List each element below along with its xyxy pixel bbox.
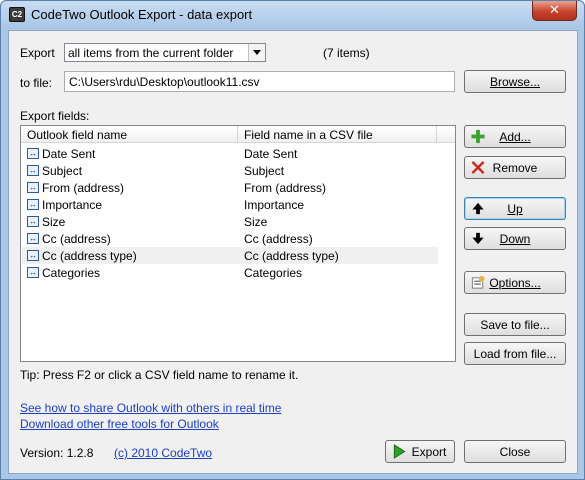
- field-mapping-icon: ↔: [27, 233, 39, 244]
- export-scope-value: all items from the current folder: [68, 46, 234, 60]
- field-mapping-icon: ↔: [27, 182, 39, 193]
- field-mapping-icon: ↔: [27, 250, 39, 261]
- list-item[interactable]: ↔ Cc (address) Cc (address): [22, 230, 438, 247]
- outlook-field-name: Subject: [42, 164, 83, 178]
- tip-text: Tip: Press F2 or click a CSV field name …: [20, 368, 299, 382]
- title-bar[interactable]: C2 CodeTwo Outlook Export - data export …: [1, 1, 584, 29]
- column-header-csv-field[interactable]: Field name in a CSV file: [238, 126, 437, 143]
- list-item[interactable]: ↔ Cc (address type) Cc (address type): [22, 247, 438, 264]
- csv-field-name[interactable]: Cc (address type): [244, 249, 339, 263]
- remove-field-label: Remove: [492, 160, 538, 175]
- list-item[interactable]: ↔ From (address) From (address): [22, 179, 438, 196]
- close-button[interactable]: Close: [464, 440, 566, 463]
- share-outlook-link[interactable]: See how to share Outlook with others in …: [20, 401, 281, 415]
- item-count: (7 items): [323, 46, 370, 60]
- move-up-label: Up: [507, 201, 523, 216]
- outlook-field-name: Categories: [42, 266, 101, 280]
- outlook-field-name: Importance: [42, 198, 103, 212]
- field-mapping-icon: ↔: [27, 267, 39, 278]
- export-fields-list[interactable]: Outlook field name Field name in a CSV f…: [20, 125, 456, 362]
- options-button[interactable]: Options...: [464, 271, 566, 294]
- options-icon: [471, 275, 485, 289]
- csv-field-name[interactable]: Cc (address): [244, 232, 313, 246]
- arrow-up-icon: [472, 202, 484, 215]
- list-item[interactable]: ↔ Categories Categories: [22, 264, 438, 281]
- csv-field-name[interactable]: Categories: [244, 266, 302, 280]
- field-mapping-icon: ↔: [27, 199, 39, 210]
- list-item[interactable]: ↔ Subject Subject: [22, 162, 438, 179]
- dialog-client-area: Export all items from the current folder…: [8, 30, 578, 474]
- list-header: Outlook field name Field name in a CSV f…: [21, 126, 455, 143]
- app-window: C2 CodeTwo Outlook Export - data export …: [0, 0, 585, 480]
- csv-field-name[interactable]: Subject: [244, 164, 284, 178]
- export-fields-label: Export fields:: [20, 109, 90, 123]
- copyright-link[interactable]: (c) 2010 CodeTwo: [114, 446, 212, 460]
- csv-field-name[interactable]: Size: [244, 215, 267, 229]
- file-path-field[interactable]: [64, 71, 455, 92]
- field-mapping-icon: ↔: [27, 165, 39, 176]
- move-down-button[interactable]: Down: [464, 227, 566, 250]
- chevron-down-icon[interactable]: [248, 44, 265, 61]
- outlook-field-name: Date Sent: [42, 147, 96, 161]
- move-up-button[interactable]: Up: [464, 197, 566, 220]
- window-title: CodeTwo Outlook Export - data export: [31, 7, 253, 22]
- play-arrow-icon: [393, 444, 406, 459]
- remove-field-button[interactable]: Remove: [464, 156, 566, 179]
- browse-button[interactable]: Browse...: [464, 70, 566, 93]
- window-close-button[interactable]: ✕: [532, 1, 577, 21]
- outlook-field-name: Size: [42, 215, 66, 229]
- plus-icon: [471, 129, 485, 144]
- outlook-field-name: Cc (address): [42, 232, 111, 246]
- load-from-file-label: Load from file...: [473, 346, 557, 361]
- move-down-label: Down: [499, 231, 531, 246]
- csv-field-name[interactable]: Importance: [244, 198, 304, 212]
- load-from-file-button[interactable]: Load from file...: [464, 342, 566, 365]
- remove-x-icon: [471, 161, 485, 174]
- export-button[interactable]: Export: [385, 440, 455, 463]
- add-field-label: Add...: [499, 129, 531, 144]
- save-to-file-button[interactable]: Save to file...: [464, 313, 566, 336]
- field-mapping-icon: ↔: [27, 216, 39, 227]
- close-button-label: Close: [499, 444, 531, 459]
- version-text: Version: 1.2.8: [20, 446, 94, 460]
- app-logo-icon: C2: [9, 7, 25, 22]
- export-scope-dropdown[interactable]: all items from the current folder: [64, 43, 266, 62]
- file-path-input[interactable]: [65, 72, 454, 91]
- export-button-label: Export: [411, 444, 447, 459]
- outlook-field-name: Cc (address type): [42, 249, 137, 263]
- download-tools-link[interactable]: Download other free tools for Outlook: [20, 417, 219, 431]
- list-item[interactable]: ↔ Date Sent Date Sent: [22, 145, 438, 162]
- add-field-button[interactable]: Add...: [464, 125, 566, 148]
- column-header-outlook-field[interactable]: Outlook field name: [21, 126, 238, 143]
- list-item[interactable]: ↔ Size Size: [22, 213, 438, 230]
- arrow-down-icon: [472, 232, 484, 245]
- list-item[interactable]: ↔ Importance Importance: [22, 196, 438, 213]
- field-mapping-icon: ↔: [27, 148, 39, 159]
- to-file-label: to file:: [20, 76, 53, 90]
- csv-field-name[interactable]: From (address): [244, 181, 326, 195]
- outlook-field-name: From (address): [42, 181, 125, 195]
- save-to-file-label: Save to file...: [480, 317, 550, 332]
- csv-field-name[interactable]: Date Sent: [244, 147, 297, 161]
- options-label: Options...: [489, 275, 541, 290]
- browse-button-label: Browse...: [489, 74, 540, 89]
- export-label: Export: [20, 46, 55, 60]
